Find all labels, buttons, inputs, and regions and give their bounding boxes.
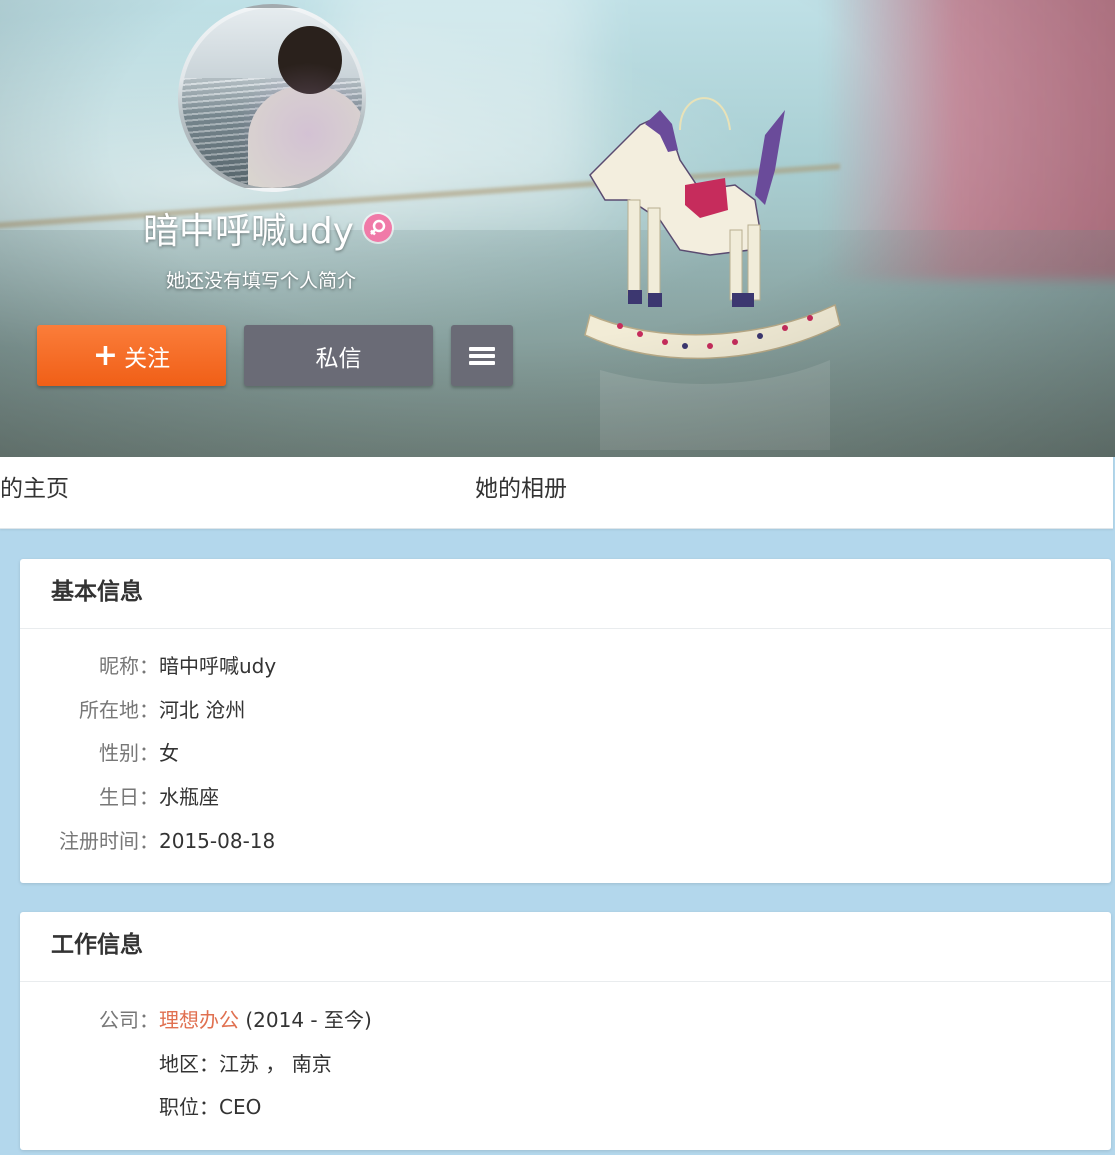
- info-label: 所在地：: [79, 698, 159, 722]
- plus-icon: +: [92, 337, 119, 373]
- company-link[interactable]: 理想办公: [159, 1008, 239, 1032]
- menu-icon: [469, 344, 495, 368]
- cover-banner: 暗中呼喊udy 她还没有填写个人简介 + 关注 私信: [0, 0, 1115, 457]
- info-value: 暗中呼喊udy: [159, 654, 277, 678]
- female-icon: [363, 214, 392, 242]
- info-value: 河北 沧州: [159, 698, 246, 722]
- follow-label: 关注: [124, 345, 171, 372]
- work-region: 地区：江苏 ， 南京: [159, 1052, 332, 1076]
- info-label: 性别：: [99, 741, 159, 765]
- info-row-location: 所在地： 河北 沧州: [50, 695, 650, 725]
- profile-name-row: 暗中呼喊udy: [143, 205, 392, 252]
- more-button[interactable]: [451, 325, 513, 386]
- work-position: 职位：CEO: [159, 1095, 262, 1119]
- avatar-shade: [182, 8, 362, 188]
- info-label: 生日：: [99, 785, 159, 809]
- avatar[interactable]: [178, 4, 366, 192]
- info-row-birthday: 生日： 水瓶座: [50, 782, 650, 812]
- profile-bio: 她还没有填写个人简介: [166, 270, 357, 292]
- profile-tabs: 的主页 她的相册: [0, 457, 1113, 529]
- message-button[interactable]: 私信: [244, 325, 433, 386]
- info-value: 水瓶座: [159, 785, 219, 809]
- work-row-position: 职位：CEO: [159, 1092, 759, 1122]
- info-row-gender: 性别： 女: [50, 738, 650, 768]
- follow-button[interactable]: + 关注: [37, 325, 226, 386]
- basic-info-title: 基本信息: [20, 559, 1111, 629]
- work-info-card: 工作信息 公司： 理想办公 (2014 - 至今) 地区：江苏 ， 南京 职位：…: [20, 912, 1111, 1150]
- work-row-region: 地区：江苏 ， 南京: [159, 1049, 759, 1079]
- profile-name: 暗中呼喊udy: [143, 211, 354, 252]
- info-value: 女: [159, 741, 179, 765]
- work-info-title: 工作信息: [20, 912, 1111, 982]
- tab-home[interactable]: 的主页: [0, 457, 69, 528]
- message-label: 私信: [315, 345, 362, 372]
- info-row-nickname: 昵称： 暗中呼喊udy: [50, 651, 650, 681]
- info-label: 注册时间：: [59, 829, 159, 853]
- basic-info-card: 基本信息 昵称： 暗中呼喊udy 所在地： 河北 沧州 性别： 女 生日： 水瓶…: [20, 559, 1111, 883]
- info-value: 2015-08-18: [159, 829, 276, 853]
- info-label: 公司：: [99, 1008, 159, 1032]
- tab-album[interactable]: 她的相册: [475, 457, 567, 528]
- company-period: (2014 - 至今): [245, 1008, 372, 1032]
- work-row-company: 公司： 理想办公 (2014 - 至今): [50, 1005, 750, 1035]
- info-label: 昵称：: [99, 654, 159, 678]
- info-row-registered: 注册时间： 2015-08-18: [50, 826, 650, 856]
